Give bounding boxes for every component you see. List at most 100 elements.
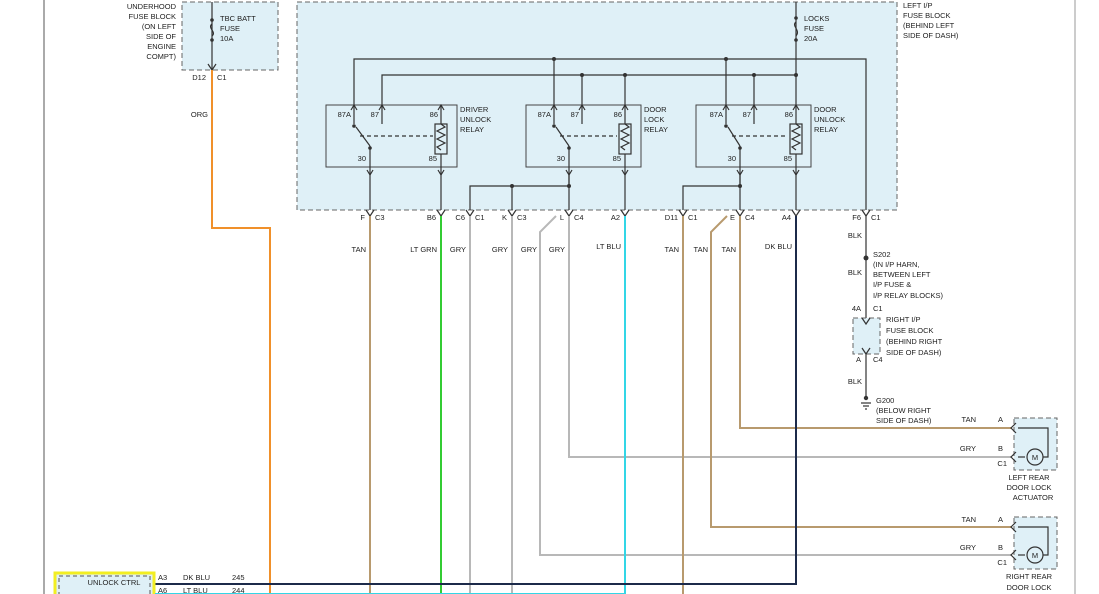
relay-pin-label: 86 — [785, 110, 793, 119]
wire-label-dkblu: DK BLU — [765, 242, 792, 251]
relay-pin-label: 86 — [614, 110, 622, 119]
connector-id: C1 — [475, 213, 485, 222]
connector-id: C1 — [688, 213, 698, 222]
underhood-name-2: FUSE BLOCK — [128, 12, 176, 21]
connector-pin: F — [360, 213, 365, 222]
connector-D11: D11 C1 — [665, 209, 698, 222]
connector-A4: A4 — [782, 209, 801, 222]
relay-pin-label: 30 — [557, 154, 565, 163]
splice-dot — [863, 255, 869, 261]
relay-pin-label: 85 — [429, 154, 437, 163]
ip-name-1: LEFT I/P — [903, 1, 932, 10]
org-wire-label: ORG — [191, 110, 208, 119]
connector-pin: A2 — [611, 213, 620, 222]
connector-id: C3 — [517, 213, 527, 222]
relay-pin-label: 85 — [784, 154, 792, 163]
tbc-fuse-3: 10A — [220, 34, 233, 43]
connector-pin: F6 — [852, 213, 861, 222]
connector-A2: A2 — [611, 209, 630, 222]
relay-name-line: UNLOCK — [460, 115, 491, 124]
gry-wire-3 — [539, 215, 1012, 556]
underhood-fuse-block: UNDERHOOD FUSE BLOCK (ON LEFT SIDE OF EN… — [127, 1, 279, 82]
ip-name-3: (BEHIND LEFT — [903, 21, 955, 30]
module-pin-a6: A6 — [158, 586, 167, 594]
wire-label-tan-1: TAN — [352, 245, 366, 254]
blk-label-2: BLK — [848, 268, 862, 277]
locks-fuse-1: LOCKS — [804, 14, 829, 23]
ground-circuit: BLK S202 (IN I/P HARN, BETWEEN LEFT I/P … — [848, 216, 944, 425]
rr-wire-b: GRY — [960, 543, 976, 552]
wire-label-tan-4: TAN — [722, 245, 736, 254]
lr-motor-label: M — [1032, 453, 1038, 462]
module-circuit-a6: 244 — [232, 586, 245, 594]
right-block-name-3: (BEHIND RIGHT — [886, 337, 943, 346]
wire-label-ltgrn: LT GRN — [410, 245, 437, 254]
rr-name-1: RIGHT REAR — [1006, 572, 1053, 581]
wire-label-tan-3: TAN — [694, 245, 708, 254]
lr-name-2: DOOR LOCK — [1006, 483, 1051, 492]
org-wire — [211, 70, 271, 594]
relay-name-line: DOOR — [814, 105, 837, 114]
wire-label-gry-2: GRY — [492, 245, 508, 254]
tan-wire-3 — [710, 215, 1012, 528]
underhood-pin: D12 — [192, 73, 206, 82]
lr-conn: C1 — [997, 459, 1007, 468]
module-circuit-a3: 245 — [232, 573, 245, 582]
relay-pin-label: 87 — [571, 110, 579, 119]
connector-pin: K — [502, 213, 507, 222]
rr-pin-b: B — [998, 543, 1003, 552]
connector-id: C4 — [745, 213, 755, 222]
locks-fuse-3: 20A — [804, 34, 817, 43]
right-block-pin-bot: A — [856, 355, 861, 364]
ground-desc-1: (BELOW RIGHT — [876, 406, 931, 415]
underhood-name-3: (ON LEFT — [142, 22, 177, 31]
connector-id: C3 — [375, 213, 385, 222]
ground-name: G200 — [876, 396, 894, 405]
relay-name-line: DRIVER — [460, 105, 489, 114]
connector-pin: D11 — [665, 213, 678, 222]
wire-label-tan-2: TAN — [665, 245, 679, 254]
rr-name-2: DOOR LOCK — [1006, 583, 1051, 592]
lr-wire-a: TAN — [962, 415, 976, 424]
relay-pin-label: 30 — [358, 154, 366, 163]
right-block-name-1: RIGHT I/P — [886, 315, 920, 324]
module-color-a3: DK BLU — [183, 573, 210, 582]
ground-icon — [861, 402, 871, 410]
relay-pin-label: 86 — [430, 110, 438, 119]
relay-name-line: RELAY — [814, 125, 838, 134]
relay-name-line: UNLOCK — [814, 115, 845, 124]
wire-label-ltblu: LT BLU — [596, 242, 621, 251]
connector-id: C4 — [574, 213, 584, 222]
right-block-pin-top: 4A — [852, 304, 861, 313]
wire-label-gry-4: GRY — [549, 245, 565, 254]
splice-desc-4: I/P RELAY BLOCKS) — [873, 291, 944, 300]
relay-pin-label: 87A — [338, 110, 351, 119]
wiring-diagram: UNDERHOOD FUSE BLOCK (ON LEFT SIDE OF EN… — [43, 0, 1076, 594]
right-block-conn-top: C1 — [873, 304, 883, 313]
splice-desc-3: I/P FUSE & — [873, 280, 911, 289]
ip-name-2: FUSE BLOCK — [903, 11, 951, 20]
right-block-name-4: SIDE OF DASH) — [886, 348, 942, 357]
relay-pin-label: 87 — [743, 110, 751, 119]
relay-name-line: RELAY — [644, 125, 668, 134]
connector-B6: B6 — [427, 209, 446, 222]
splice-name: S202 — [873, 250, 891, 259]
relay-name-line: DOOR — [644, 105, 667, 114]
right-block-conn-bot: C4 — [873, 355, 883, 364]
lr-pin-a: A — [998, 415, 1003, 424]
connector-F: F C3 — [360, 209, 385, 222]
rr-pin-a: A — [998, 515, 1003, 524]
relay-pin-label: 85 — [613, 154, 621, 163]
relay-pin-label: 87A — [538, 110, 551, 119]
relay-pin-label: 87 — [371, 110, 379, 119]
underhood-name-1: UNDERHOOD — [127, 2, 177, 11]
locks-fuse-2: FUSE — [804, 24, 824, 33]
connector-id: C1 — [871, 213, 881, 222]
wire-label-gry-1: GRY — [450, 245, 466, 254]
ip-name-4: SIDE OF DASH) — [903, 31, 959, 40]
underhood-name-5: ENGINE — [147, 42, 176, 51]
connector-row: F C3 B6 C6 C1 K C3 L C4 A2 D11 C1 E C4 A4 F6 C1 — [360, 209, 881, 222]
blk-label-1: BLK — [848, 231, 862, 240]
wire-labels: TAN LT GRN GRY GRY GRY GRY LT BLU TAN TA… — [352, 242, 792, 254]
ground-desc-2: SIDE OF DASH) — [876, 416, 932, 425]
